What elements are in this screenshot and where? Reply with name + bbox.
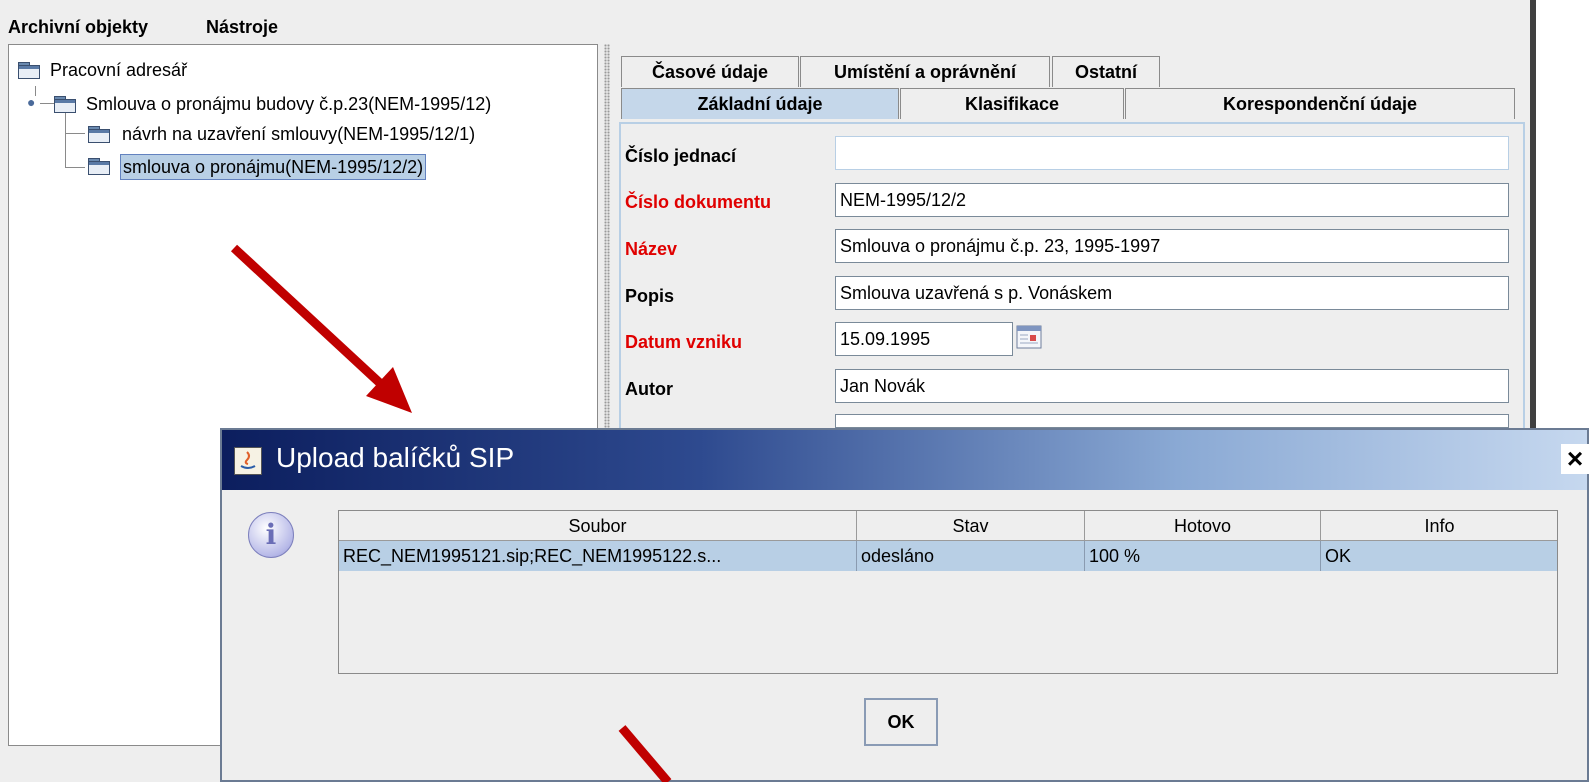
autor-field[interactable]: Jan Novák [835, 369, 1509, 403]
java-icon [234, 447, 262, 475]
ok-button[interactable]: OK [864, 698, 938, 746]
folder-icon [88, 126, 110, 143]
menu-nastroje[interactable]: Nástroje [206, 17, 278, 38]
tree-node-label: Smlouva o pronájmu budovy č.p.23(NEM-199… [86, 94, 492, 114]
tree-line [65, 133, 85, 134]
label-cislo-dokumentu: Číslo dokumentu [625, 192, 772, 212]
info-icon: i [248, 512, 294, 558]
popis-field[interactable]: Smlouva uzavřená s p. Vonáskem [835, 276, 1509, 310]
tab-klasifikace[interactable]: Klasifikace [900, 88, 1124, 119]
close-button[interactable]: × [1561, 444, 1589, 474]
tab-korespondencni-udaje[interactable]: Korespondenční údaje [1125, 88, 1515, 119]
expand-handle-icon[interactable]: ● [27, 94, 35, 110]
menu-archivni-objekty[interactable]: Archivní objekty [8, 17, 148, 38]
label-autor: Autor [625, 379, 673, 399]
cislo-jednaci-field[interactable] [835, 136, 1509, 170]
cell-info: OK [1325, 546, 1352, 566]
dialog-titlebar[interactable]: Upload balíčků SIP × [222, 430, 1589, 490]
column-header-stav[interactable]: Stav [857, 511, 1085, 541]
upload-dialog: Upload balíčků SIP × i Soubor Stav Hotov… [220, 428, 1589, 782]
column-header-info[interactable]: Info [1321, 511, 1557, 541]
tab-ostatni[interactable]: Ostatní [1052, 56, 1160, 87]
column-header-hotovo[interactable]: Hotovo [1085, 511, 1321, 541]
tree-node-label: smlouva o pronájmu(NEM-1995/12/2) [120, 154, 427, 180]
tab-zakladni-udaje[interactable]: Základní údaje [621, 88, 899, 119]
tree-node-label: návrh na uzavření smlouvy(NEM-1995/12/1) [122, 124, 476, 144]
menu-bar: Archivní objekty Nástroje [0, 8, 1528, 44]
calendar-icon[interactable] [1016, 325, 1042, 349]
label-popis: Popis [625, 286, 675, 306]
upload-table[interactable]: Soubor Stav Hotovo Info REC_NEM1995121.s… [338, 510, 1558, 674]
column-header-soubor[interactable]: Soubor [339, 511, 857, 541]
tree-line [65, 112, 66, 167]
cislo-dokumentu-field[interactable]: NEM-1995/12/2 [835, 183, 1509, 217]
tree-node-label: Pracovní adresář [50, 60, 188, 80]
cell-stav: odesláno [857, 541, 1085, 571]
cell-hotovo: 100 % [1085, 541, 1321, 571]
table-row[interactable]: REC_NEM1995121.sip;REC_NEM1995122.s... o… [339, 541, 1557, 571]
folder-icon [54, 96, 76, 113]
datum-vzniku-field[interactable]: 15.09.1995 [835, 322, 1013, 356]
tree-line [65, 167, 85, 168]
folder-icon [18, 62, 40, 79]
tree-line [40, 103, 54, 104]
tab-casove-udaje[interactable]: Časové údaje [621, 56, 799, 87]
folder-icon [88, 158, 110, 175]
label-cislo-jednaci: Číslo jednací [625, 146, 737, 166]
cell-soubor: REC_NEM1995121.sip;REC_NEM1995122.s... [339, 541, 857, 571]
nazev-field[interactable]: Smlouva o pronájmu č.p. 23, 1995-1997 [835, 229, 1509, 263]
dialog-title: Upload balíčků SIP [276, 442, 515, 473]
label-datum-vzniku: Datum vzniku [625, 332, 743, 352]
label-nazev: Název [625, 239, 678, 259]
email-field-partial[interactable] [835, 414, 1509, 428]
tab-umisteni-opravneni[interactable]: Umístění a oprávnění [800, 56, 1050, 87]
